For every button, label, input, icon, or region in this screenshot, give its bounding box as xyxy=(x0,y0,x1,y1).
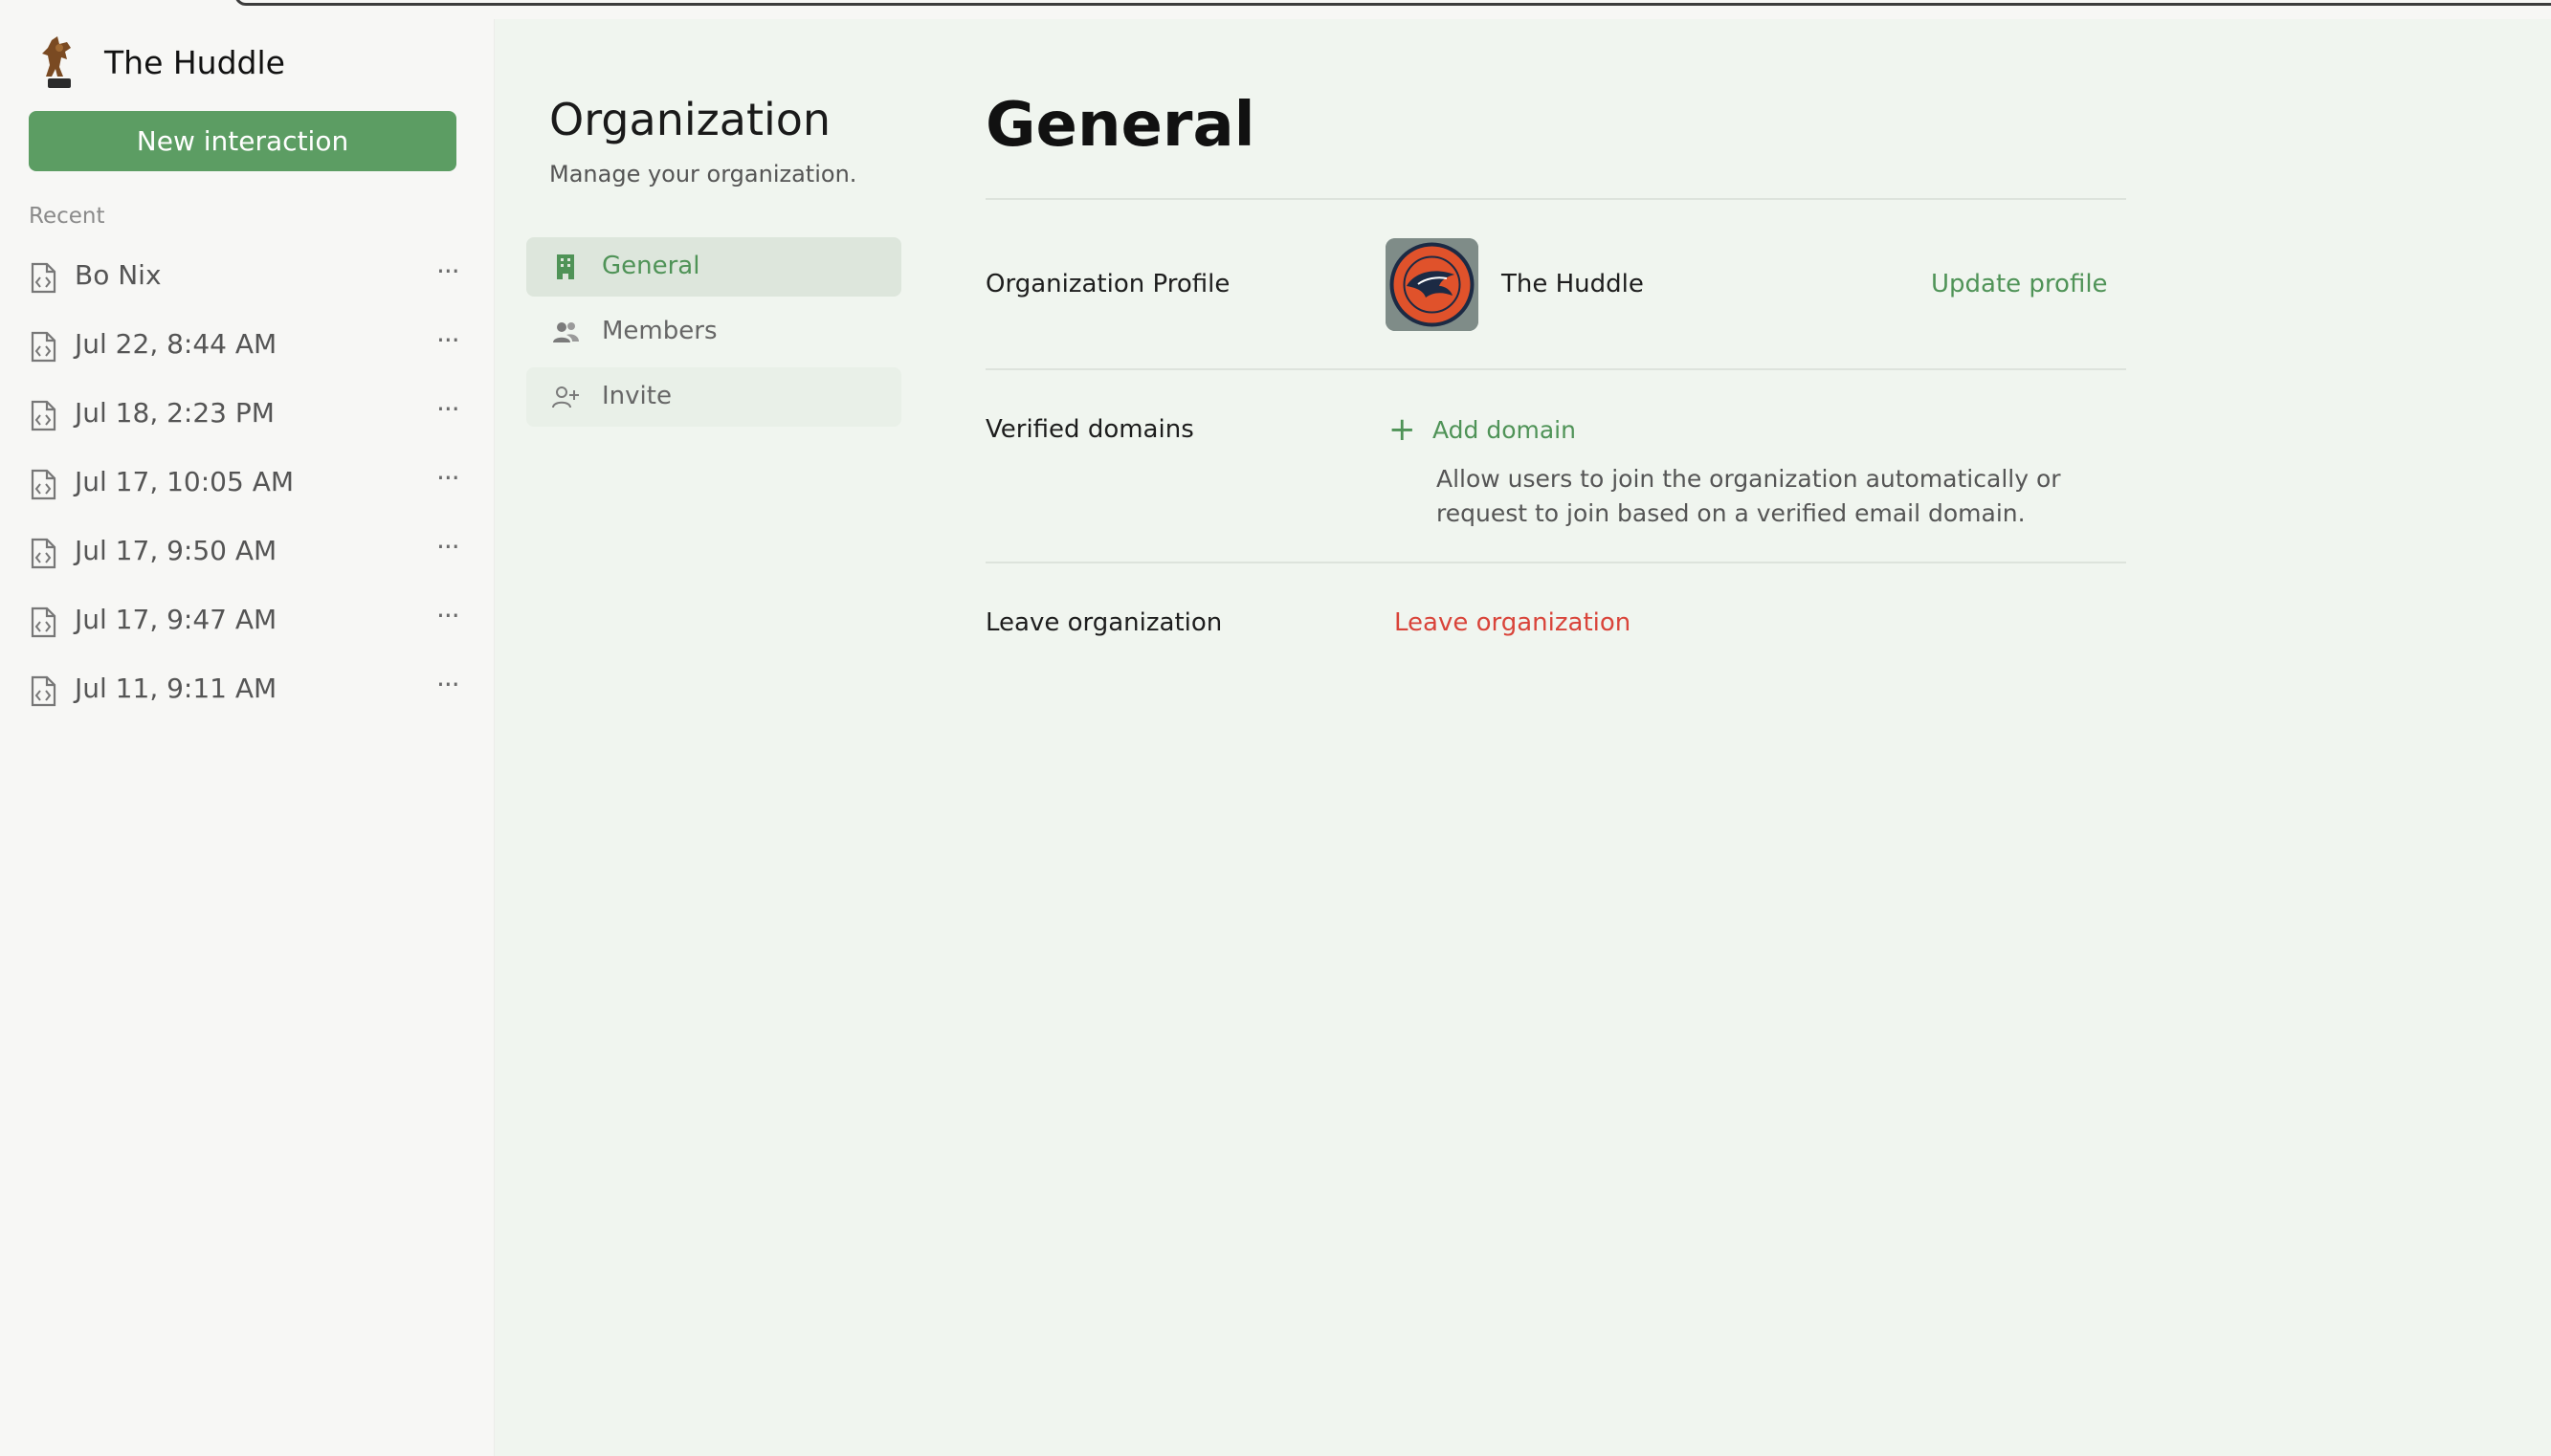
more-options-icon[interactable]: ··· xyxy=(436,393,460,425)
leave-organization-label: Leave organization xyxy=(986,608,1223,637)
sidebar: The Huddle New interaction Recent Bo Nix… xyxy=(0,19,495,1456)
recent-item[interactable]: Jul 18, 2:23 PM ··· xyxy=(0,381,495,450)
recent-list: Bo Nix ··· Jul 22, 8:44 AM ··· Jul 18, 2… xyxy=(0,243,495,725)
document-code-icon xyxy=(31,469,56,500)
new-interaction-button[interactable]: New interaction xyxy=(29,111,456,171)
recent-item-label: Jul 22, 8:44 AM xyxy=(75,328,277,360)
brand-name: The Huddle xyxy=(104,43,285,81)
verified-domains-label: Verified domains xyxy=(986,415,1194,444)
organization-subtitle: Manage your organization. xyxy=(549,161,857,188)
recent-item[interactable]: Bo Nix ··· xyxy=(0,243,495,312)
nav-item-members[interactable]: Members xyxy=(526,302,901,362)
user-plus-icon xyxy=(552,386,579,408)
users-icon xyxy=(553,322,579,342)
plus-icon: + xyxy=(1388,410,1416,449)
domains-description: Allow users to join the organization aut… xyxy=(1436,465,2061,527)
nav-item-label: Members xyxy=(602,317,718,345)
team-logo-icon xyxy=(1386,238,1478,331)
organization-avatar[interactable] xyxy=(1386,238,1478,331)
recent-item-label: Jul 17, 10:05 AM xyxy=(75,466,295,497)
organization-nav: General Members Invite xyxy=(526,237,901,432)
recent-item-label: Jul 17, 9:47 AM xyxy=(75,604,277,635)
recent-item-label: Jul 18, 2:23 PM xyxy=(75,397,275,429)
document-code-icon xyxy=(31,607,56,638)
add-domain-label: Add domain xyxy=(1432,415,1576,444)
more-options-icon[interactable]: ··· xyxy=(436,462,460,494)
divider xyxy=(986,368,2126,370)
building-icon xyxy=(557,254,574,279)
more-options-icon[interactable]: ··· xyxy=(436,255,460,287)
brand[interactable]: The Huddle xyxy=(38,34,285,90)
add-domain-button[interactable]: + Add domain xyxy=(1388,410,1576,449)
more-options-icon[interactable]: ··· xyxy=(436,324,460,356)
more-options-icon[interactable]: ··· xyxy=(436,600,460,631)
recent-item[interactable]: Jul 17, 9:50 AM ··· xyxy=(0,518,495,587)
nav-item-invite[interactable]: Invite xyxy=(526,367,901,427)
recent-item[interactable]: Jul 17, 9:47 AM ··· xyxy=(0,587,495,656)
document-code-icon xyxy=(31,538,56,569)
more-options-icon[interactable]: ··· xyxy=(436,531,460,563)
organization-name: The Huddle xyxy=(1501,270,1644,298)
leave-organization-link[interactable]: Leave organization xyxy=(1394,608,1630,637)
nav-item-label: Invite xyxy=(602,382,672,410)
window-top-bar xyxy=(0,0,2551,19)
recent-item-label: Jul 17, 9:50 AM xyxy=(75,535,277,566)
update-profile-link[interactable]: Update profile xyxy=(1931,270,2108,298)
nav-item-label: General xyxy=(602,252,700,280)
document-code-icon xyxy=(31,262,56,294)
nav-item-general[interactable]: General xyxy=(526,237,901,297)
organization-profile-label: Organization Profile xyxy=(986,270,1231,298)
document-code-icon xyxy=(31,331,56,363)
horse-logo-icon xyxy=(42,36,71,88)
recent-item[interactable]: Jul 22, 8:44 AM ··· xyxy=(0,312,495,381)
page-title: General xyxy=(986,90,1255,161)
organization-title: Organization xyxy=(549,94,832,145)
browser-tab-edge xyxy=(234,0,2551,6)
document-code-icon xyxy=(31,675,56,707)
recent-label: Recent xyxy=(29,204,105,229)
divider xyxy=(986,198,2126,200)
recent-item[interactable]: Jul 17, 10:05 AM ··· xyxy=(0,450,495,518)
more-options-icon[interactable]: ··· xyxy=(436,669,460,700)
divider xyxy=(986,562,2126,563)
recent-item-label: Bo Nix xyxy=(75,259,162,291)
document-code-icon xyxy=(31,400,56,431)
recent-item[interactable]: Jul 11, 9:11 AM ··· xyxy=(0,656,495,725)
recent-item-label: Jul 11, 9:11 AM xyxy=(75,673,277,704)
